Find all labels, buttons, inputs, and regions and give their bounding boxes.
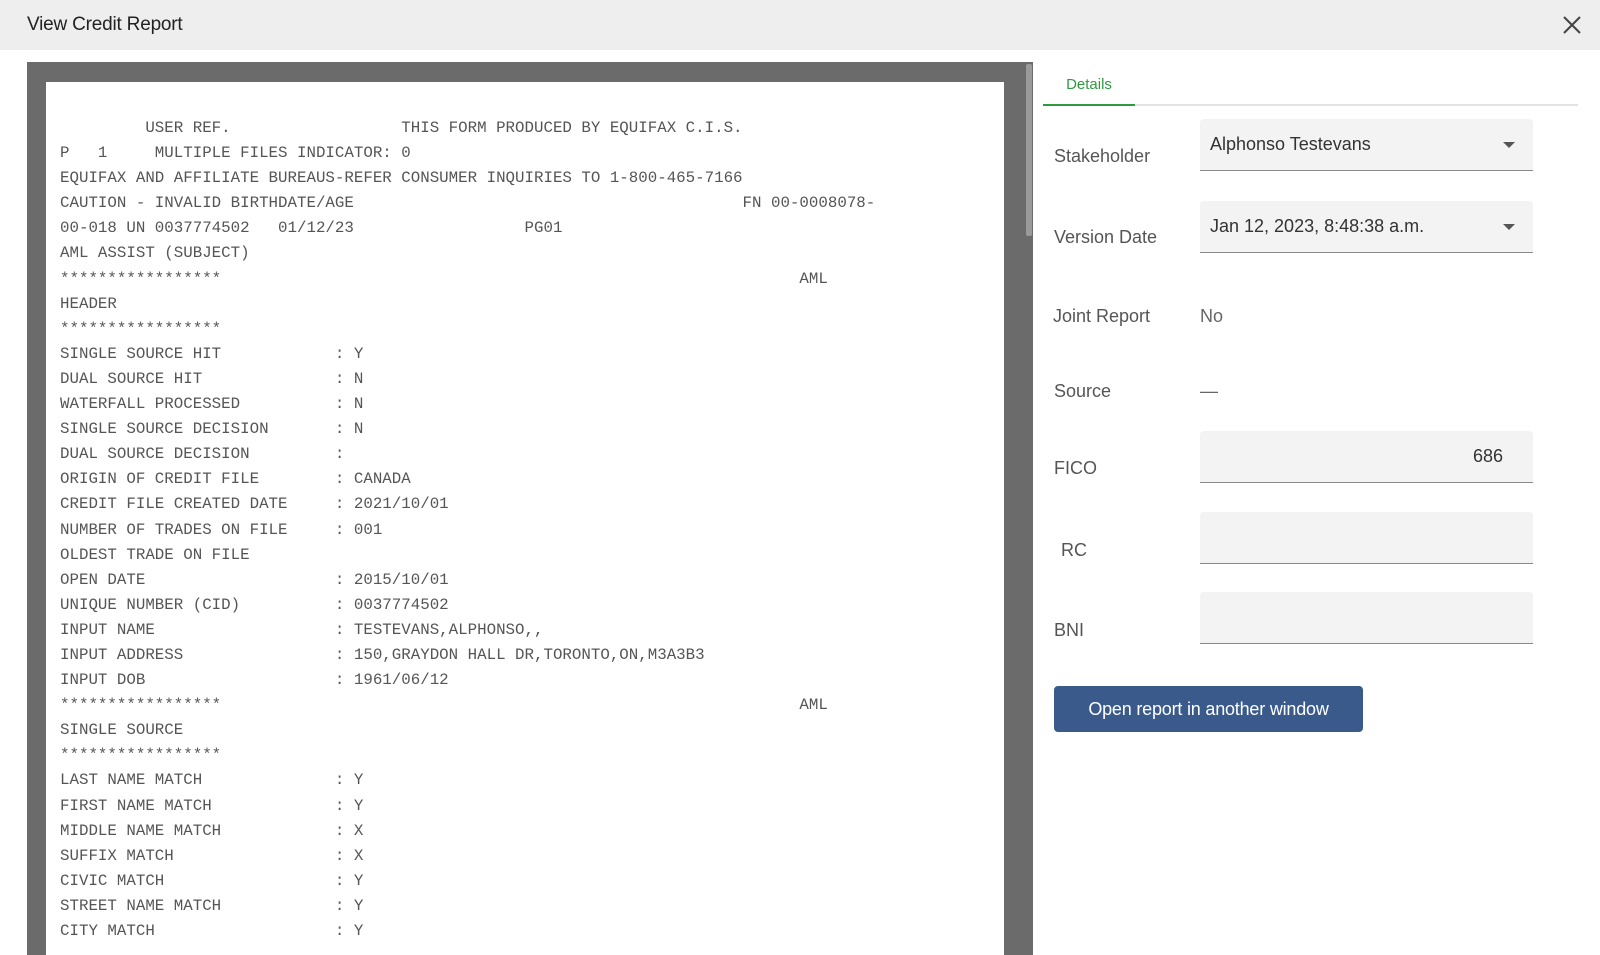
report-line: 00-018 UN 0037774502 01/12/23 PG01	[60, 219, 563, 238]
fico-value: 686	[1472, 446, 1503, 466]
report-line: ORIGIN OF CREDIT FILE : CANADA	[60, 470, 411, 489]
bni-field[interactable]	[1200, 592, 1533, 644]
report-line: *****************	[60, 746, 222, 765]
report-line: UNIQUE NUMBER (CID) : 0037774502	[60, 595, 449, 614]
joint-report-value: No	[1200, 306, 1224, 326]
report-scrollbar-thumb[interactable]	[1026, 64, 1032, 236]
report-line: OLDEST TRADE ON FILE	[60, 545, 250, 564]
report-text: USER REF. THIS FORM PRODUCED BY EQUIFAX …	[60, 116, 1004, 944]
report-line: CIVIC MATCH : Y	[60, 871, 364, 890]
chevron-down-icon	[1503, 141, 1515, 148]
report-line: SINGLE SOURCE HIT : Y	[60, 344, 364, 363]
report-line: INPUT ADDRESS : 150,GRAYDON HALL DR,TORO…	[60, 645, 705, 664]
version-date-label: Version Date	[1054, 227, 1158, 247]
report-line: DUAL SOURCE DECISION :	[60, 445, 345, 464]
close-icon	[1563, 16, 1581, 34]
report-line: LAST NAME MATCH : Y	[60, 771, 364, 790]
joint-report-label: Joint Report	[1053, 306, 1151, 326]
stakeholder-select[interactable]: Alphonso Testevans	[1200, 119, 1533, 171]
rc-label: RC	[1061, 540, 1087, 560]
version-date-select[interactable]: Jan 12, 2023, 8:48:38 a.m.	[1200, 201, 1533, 253]
source-value: —	[1200, 381, 1218, 401]
report-line: STREET NAME MATCH : Y	[60, 896, 364, 915]
open-report-button[interactable]: Open report in another window	[1054, 686, 1363, 732]
rc-field[interactable]	[1200, 512, 1533, 564]
tab-bar: Details	[1043, 62, 1578, 106]
version-date-value: Jan 12, 2023, 8:48:38 a.m.	[1210, 216, 1425, 236]
dialog-title-bar: View Credit Report	[0, 0, 1600, 50]
close-button[interactable]	[1554, 7, 1590, 43]
report-viewer[interactable]: USER REF. THIS FORM PRODUCED BY EQUIFAX …	[27, 62, 1033, 955]
report-line: P 1 MULTIPLE FILES INDICATOR: 0	[60, 144, 411, 163]
report-line: SUFFIX MATCH : X	[60, 846, 364, 865]
details-panel: Details Stakeholder Alphonso Testevans V…	[1043, 62, 1578, 955]
report-line: SINGLE SOURCE	[60, 721, 184, 740]
bni-label: BNI	[1054, 620, 1085, 640]
report-line: MIDDLE NAME MATCH : X	[60, 821, 364, 840]
report-line: ***************** AML	[60, 269, 828, 288]
report-line: SINGLE SOURCE DECISION : N	[60, 420, 364, 439]
stakeholder-value: Alphonso Testevans	[1210, 134, 1371, 154]
stakeholder-label: Stakeholder	[1054, 146, 1151, 166]
tab-details[interactable]: Details	[1043, 62, 1135, 106]
report-line: WATERFALL PROCESSED : N	[60, 395, 364, 414]
report-line: AML ASSIST (SUBJECT)	[60, 244, 250, 263]
fico-field[interactable]: 686	[1200, 431, 1533, 483]
chevron-down-icon	[1503, 223, 1515, 230]
report-line: EQUIFAX AND AFFILIATE BUREAUS-REFER CONS…	[60, 169, 743, 188]
fico-label: FICO	[1054, 458, 1097, 478]
tab-active-indicator	[1043, 104, 1135, 106]
report-page: USER REF. THIS FORM PRODUCED BY EQUIFAX …	[46, 82, 1004, 955]
report-line: FIRST NAME MATCH : Y	[60, 796, 364, 815]
source-label: Source	[1054, 381, 1112, 401]
report-line: NUMBER OF TRADES ON FILE : 001	[60, 520, 383, 539]
report-scrollbar[interactable]	[1025, 62, 1033, 955]
report-line: INPUT NAME : TESTEVANS,ALPHONSO,,	[60, 620, 544, 639]
report-line: INPUT DOB : 1961/06/12	[60, 671, 449, 690]
dialog-title: View Credit Report	[27, 14, 183, 35]
report-line: CAUTION - INVALID BIRTHDATE/AGE FN 00-00…	[60, 194, 876, 213]
report-line: CITY MATCH : Y	[60, 922, 364, 940]
report-line: USER REF. THIS FORM PRODUCED BY EQUIFAX …	[60, 119, 743, 137]
report-line: DUAL SOURCE HIT : N	[60, 369, 364, 388]
report-line: OPEN DATE : 2015/10/01	[60, 570, 449, 589]
report-line: *****************	[60, 319, 222, 338]
report-line: ***************** AML	[60, 696, 828, 715]
report-line: CREDIT FILE CREATED DATE : 2021/10/01	[60, 495, 449, 514]
report-line: HEADER	[60, 294, 117, 313]
